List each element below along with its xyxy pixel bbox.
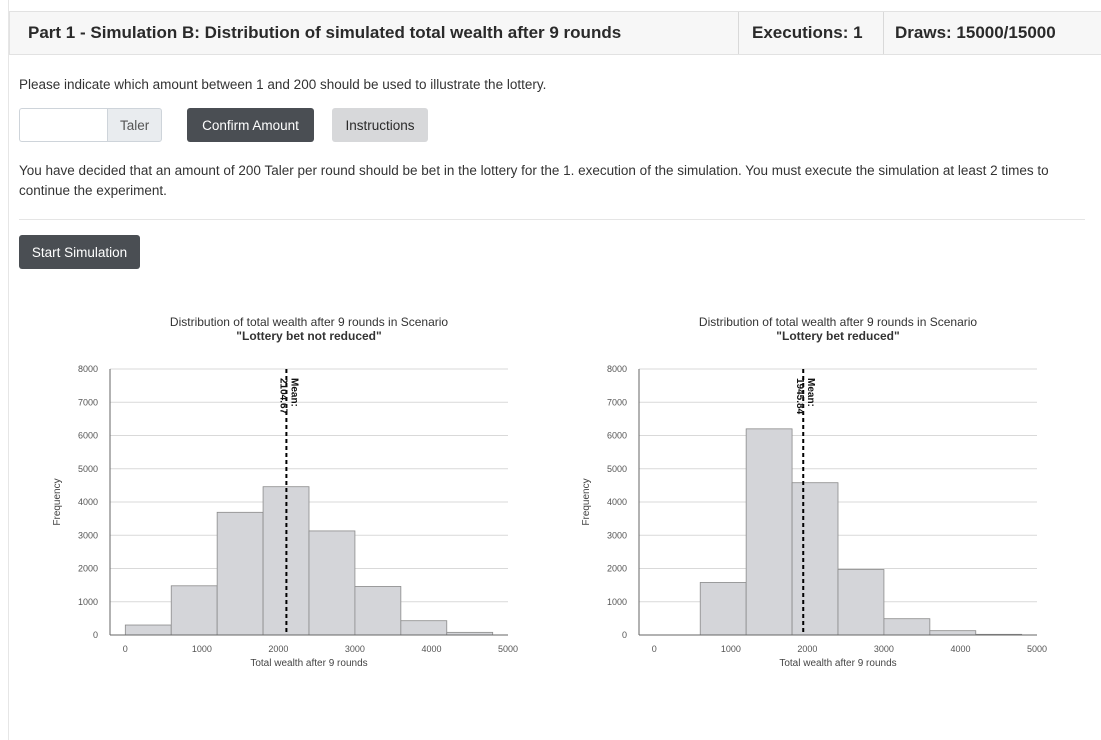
y-tick-label: 4000: [607, 497, 627, 507]
histogram-bar: [745, 428, 793, 636]
x-tick-label: 5000: [498, 644, 518, 654]
histogram-bar: [354, 586, 402, 636]
header-bar: Part 1 - Simulation B: Distribution of s…: [9, 11, 1101, 55]
section-divider: [19, 219, 1085, 220]
simulation-info-text: You have decided that an amount of 200 T…: [19, 163, 1049, 198]
start-simulation-button[interactable]: Start Simulation: [19, 235, 140, 269]
y-tick-label: 6000: [607, 431, 627, 441]
y-tick-label: 7000: [607, 397, 627, 407]
x-axis-label: Total wealth after 9 rounds: [250, 658, 367, 669]
y-tick-label: 5000: [78, 464, 98, 474]
histogram-bar: [216, 511, 264, 636]
x-tick-label: 0: [123, 644, 128, 654]
confirm-amount-button[interactable]: Confirm Amount: [187, 108, 314, 142]
y-tick-label: 5000: [607, 464, 627, 474]
amount-input-group: Taler: [19, 108, 163, 142]
amount-unit-label: Taler: [107, 108, 163, 142]
mean-value-label: 2104.67: [277, 378, 288, 415]
x-tick-label: 3000: [874, 644, 894, 654]
mean-value-label: 1945.84: [794, 378, 805, 415]
histogram-bar: [883, 618, 931, 636]
executions-counter: Executions: 1: [738, 12, 883, 54]
histogram-bar: [124, 624, 172, 636]
x-axis-label: Total wealth after 9 rounds: [779, 658, 896, 669]
x-tick-label: 5000: [1027, 644, 1047, 654]
y-tick-label: 3000: [78, 530, 98, 540]
page-title: Part 1 - Simulation B: Distribution of s…: [28, 23, 622, 42]
y-tick-label: 6000: [78, 431, 98, 441]
amount-input[interactable]: [19, 108, 107, 142]
x-tick-label: 3000: [345, 644, 365, 654]
y-tick-label: 7000: [78, 397, 98, 407]
y-axis-label: Frequency: [52, 478, 63, 525]
chart-title: Distribution of total wealth after 9 rou…: [699, 315, 977, 329]
histogram-bar: [308, 530, 356, 636]
draws-counter: Draws: 15000/15000: [883, 12, 1101, 54]
histogram-bar: [791, 482, 839, 636]
histogram-bar: [170, 585, 218, 636]
y-tick-label: 3000: [607, 530, 627, 540]
y-tick-label: 0: [622, 630, 627, 640]
histogram-bar: [400, 620, 448, 636]
histogram-chart-not-reduced: Distribution of total wealth after 9 rou…: [52, 315, 518, 669]
y-tick-label: 8000: [607, 364, 627, 374]
x-tick-label: 4000: [950, 644, 970, 654]
mean-label: Mean:: [805, 378, 816, 407]
histogram-bar: [837, 569, 885, 636]
y-tick-label: 0: [93, 630, 98, 640]
x-tick-label: 0: [652, 644, 657, 654]
y-axis-label: Frequency: [581, 478, 592, 525]
x-tick-label: 4000: [421, 644, 441, 654]
mean-label: Mean:: [288, 378, 299, 407]
chart-subtitle: "Lottery bet reduced": [776, 329, 899, 343]
chart-subtitle: "Lottery bet not reduced": [236, 329, 381, 343]
histogram-bar: [699, 582, 747, 636]
histogram-chart-reduced: Distribution of total wealth after 9 rou…: [581, 315, 1047, 669]
histogram-bar: [929, 630, 977, 636]
x-tick-label: 1000: [192, 644, 212, 654]
y-tick-label: 2000: [607, 564, 627, 574]
y-tick-label: 2000: [78, 564, 98, 574]
x-tick-label: 2000: [797, 644, 817, 654]
chart-title: Distribution of total wealth after 9 rou…: [170, 315, 448, 329]
amount-prompt: Please indicate which amount between 1 a…: [19, 77, 547, 92]
instructions-button[interactable]: Instructions: [332, 108, 428, 142]
x-tick-label: 2000: [268, 644, 288, 654]
x-tick-label: 1000: [721, 644, 741, 654]
y-tick-label: 1000: [607, 597, 627, 607]
y-tick-label: 8000: [78, 364, 98, 374]
y-tick-label: 1000: [78, 597, 98, 607]
y-tick-label: 4000: [78, 497, 98, 507]
